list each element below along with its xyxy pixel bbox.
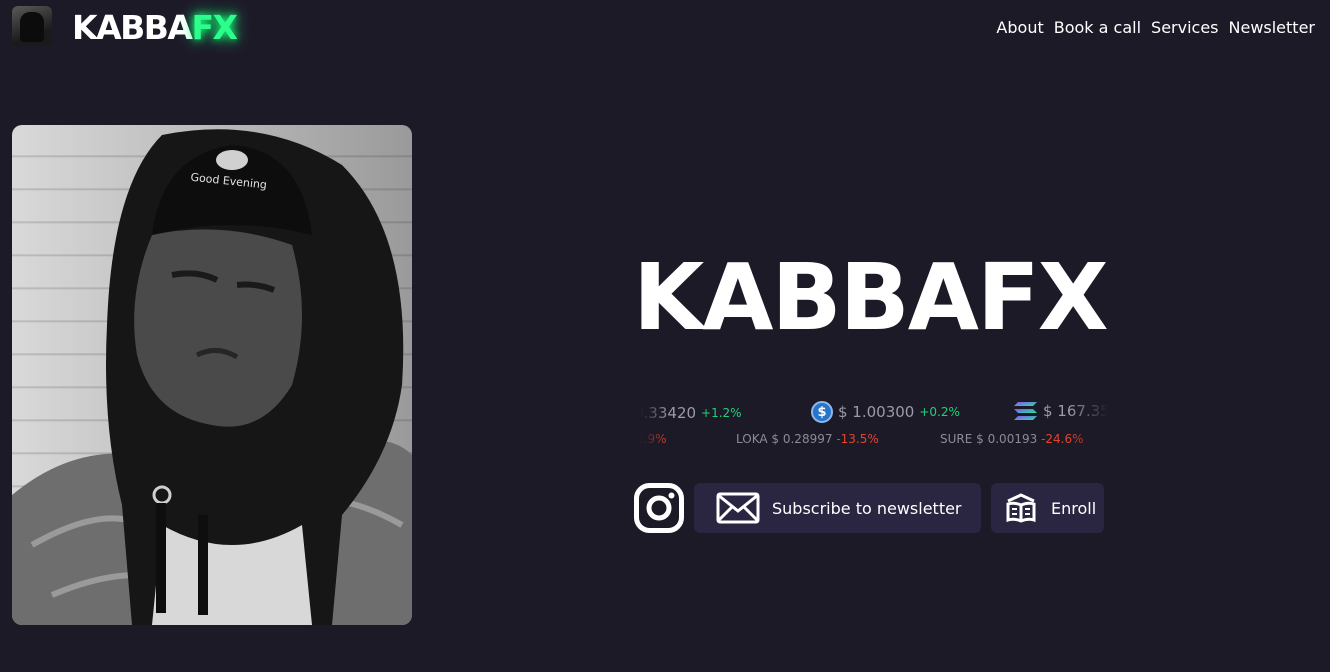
ticker-item: $ $ 1.00300 +0.2% (811, 401, 960, 423)
solana-icon (1014, 402, 1037, 420)
brand-text-green: FX (191, 8, 238, 47)
subscribe-newsletter-label: Subscribe to newsletter (772, 498, 962, 518)
ticker-price: $ 0.00193 (976, 432, 1038, 446)
enroll-button[interactable]: Enroll (991, 483, 1104, 533)
ticker-symbol: SURE (940, 432, 973, 446)
ticker-change: -13.5% (836, 432, 879, 446)
enroll-label: Enroll (1051, 498, 1097, 518)
logo-avatar[interactable] (12, 6, 52, 46)
instagram-icon (634, 483, 684, 533)
nav-services[interactable]: Services (1151, 18, 1218, 37)
hero-title: KABBAFX (633, 244, 1109, 351)
open-book-icon (1005, 493, 1037, 523)
main-nav: About Book a call Services Newsletter (996, 18, 1315, 37)
crypto-ticker: 0.33420 +1.2% $ $ 1.00300 +0.2% $ 167.35 (640, 400, 1108, 452)
portrait-photo: Good Evening (12, 125, 412, 625)
envelope-icon (716, 492, 760, 524)
ticker-item: $ 167.35 (1014, 401, 1108, 421)
ticker-change: +1.2% (701, 406, 742, 420)
ticker-change: 3.9% (640, 432, 667, 446)
nav-book-a-call[interactable]: Book a call (1054, 18, 1141, 37)
ticker-item: 0.33420 +1.2% (640, 404, 742, 422)
ticker-item: LOKA $ 0.28997 -13.5% (736, 432, 879, 446)
ticker-symbol: LOKA (736, 432, 768, 446)
ticker-item: 3.9% (640, 432, 667, 446)
ticker-item: SURE $ 0.00193 -24.6% (940, 432, 1084, 446)
ticker-price: 0.33420 (640, 404, 697, 422)
subscribe-newsletter-button[interactable]: Subscribe to newsletter (694, 483, 981, 533)
ticker-price: $ 1.00300 (838, 403, 915, 421)
instagram-button[interactable] (634, 483, 684, 533)
usdc-icon: $ (811, 401, 833, 423)
brand-logo[interactable]: KABBAFX (72, 8, 238, 48)
portrait-illustration: Good Evening (12, 129, 412, 625)
brand-text-white: KABBA (72, 8, 193, 47)
nav-about[interactable]: About (996, 18, 1043, 37)
ticker-change: +0.2% (919, 405, 960, 419)
nav-newsletter[interactable]: Newsletter (1229, 18, 1316, 37)
ticker-price: $ 0.28997 (771, 432, 833, 446)
ticker-price: $ 167.35 (1043, 402, 1108, 420)
ticker-change: -24.6% (1041, 432, 1084, 446)
